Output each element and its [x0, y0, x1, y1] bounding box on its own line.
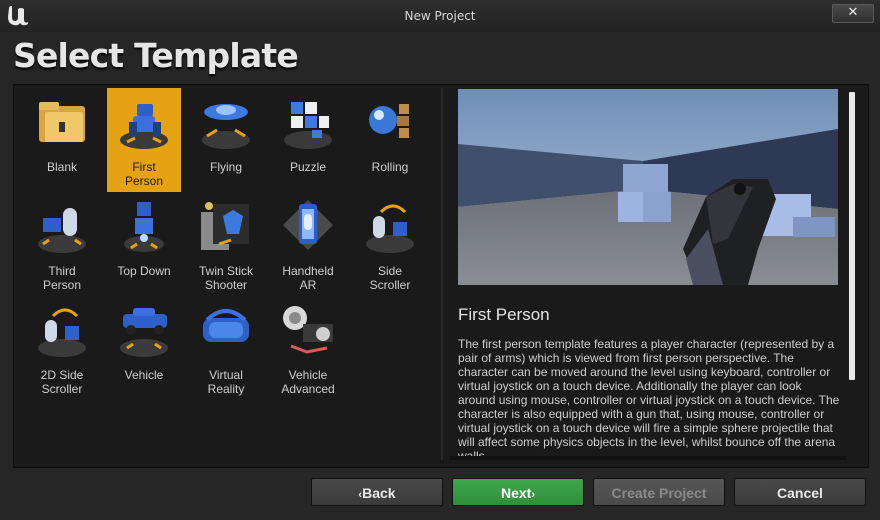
template-tile[interactable]: 2D Side Scroller [25, 296, 99, 400]
next-button-label: Next [500, 485, 532, 501]
template-label: Handheld AR [282, 264, 334, 292]
window-title: New Project [404, 9, 476, 23]
create-project-label: Create Project [611, 485, 707, 501]
template-label: Third Person [42, 264, 82, 292]
template-tile[interactable]: Side Scroller [353, 192, 427, 296]
title-bar: New Project ✕ [0, 0, 880, 32]
template-tile[interactable]: Twin Stick Shooter [189, 192, 263, 296]
template-tile[interactable]: First Person [107, 88, 181, 192]
vehicle-advanced-icon [279, 298, 337, 360]
template-tile[interactable]: Vehicle Advanced [271, 296, 345, 400]
template-label: Virtual Reality [207, 368, 245, 396]
template-label: Twin Stick Shooter [198, 264, 253, 292]
template-label: First Person [124, 160, 164, 188]
template-label: Rolling [371, 160, 409, 174]
template-label: Vehicle Advanced [281, 368, 335, 396]
2d-side-scroller-icon [33, 298, 91, 360]
handheld-ar-phone-icon [279, 194, 337, 256]
template-tile[interactable]: Top Down [107, 192, 181, 296]
create-project-button[interactable]: Create Project [593, 478, 725, 506]
template-label: Blank [46, 160, 78, 174]
template-label: 2D Side Scroller [40, 368, 84, 396]
chevron-right-icon: › [531, 489, 536, 501]
back-button[interactable]: ‹Back [311, 478, 443, 506]
folder-icon [33, 90, 91, 152]
template-label: Top Down [117, 264, 171, 278]
back-button-label: Back [362, 485, 396, 501]
panel-divider [441, 88, 443, 460]
template-tile[interactable]: Third Person [25, 192, 99, 296]
template-detail-title: First Person [458, 305, 550, 324]
close-button[interactable]: ✕ [832, 4, 874, 23]
template-tile[interactable]: Virtual Reality [189, 296, 263, 400]
third-person-robot-icon [33, 194, 91, 256]
template-tile[interactable]: Blank [25, 88, 99, 192]
detail-scrollbar-thumb[interactable] [849, 92, 855, 380]
template-label: Vehicle [124, 368, 164, 382]
puzzle-blocks-icon [279, 90, 337, 152]
template-grid: Blank First Person Flying Puzzle Rolling Thir… [16, 88, 438, 460]
template-tile[interactable]: Flying [189, 88, 263, 192]
first-person-robot-icon [115, 90, 173, 152]
template-preview-image [458, 89, 838, 285]
page-title: Select Template [13, 36, 299, 75]
twin-stick-ship-icon [197, 194, 255, 256]
side-scroller-icon [361, 194, 419, 256]
detail-horizontal-scrollbar[interactable] [450, 456, 846, 460]
template-label: Side Scroller [369, 264, 411, 292]
close-icon: ✕ [847, 5, 859, 20]
template-tile[interactable]: Vehicle [107, 296, 181, 400]
cancel-button[interactable]: Cancel [734, 478, 866, 506]
top-down-robot-icon [115, 194, 173, 256]
template-label: Puzzle [289, 160, 327, 174]
template-description: The first person template features a pla… [458, 337, 840, 457]
template-tile[interactable]: Rolling [353, 88, 427, 192]
template-tile[interactable]: Puzzle [271, 88, 345, 192]
vr-headset-icon [197, 298, 255, 360]
template-tile[interactable]: Handheld AR [271, 192, 345, 296]
vehicle-car-icon [115, 298, 173, 360]
template-label: Flying [209, 160, 242, 174]
next-button[interactable]: Next› [452, 478, 584, 506]
flying-ship-icon [197, 90, 255, 152]
rolling-ball-icon [361, 90, 419, 152]
cancel-button-label: Cancel [777, 485, 823, 501]
